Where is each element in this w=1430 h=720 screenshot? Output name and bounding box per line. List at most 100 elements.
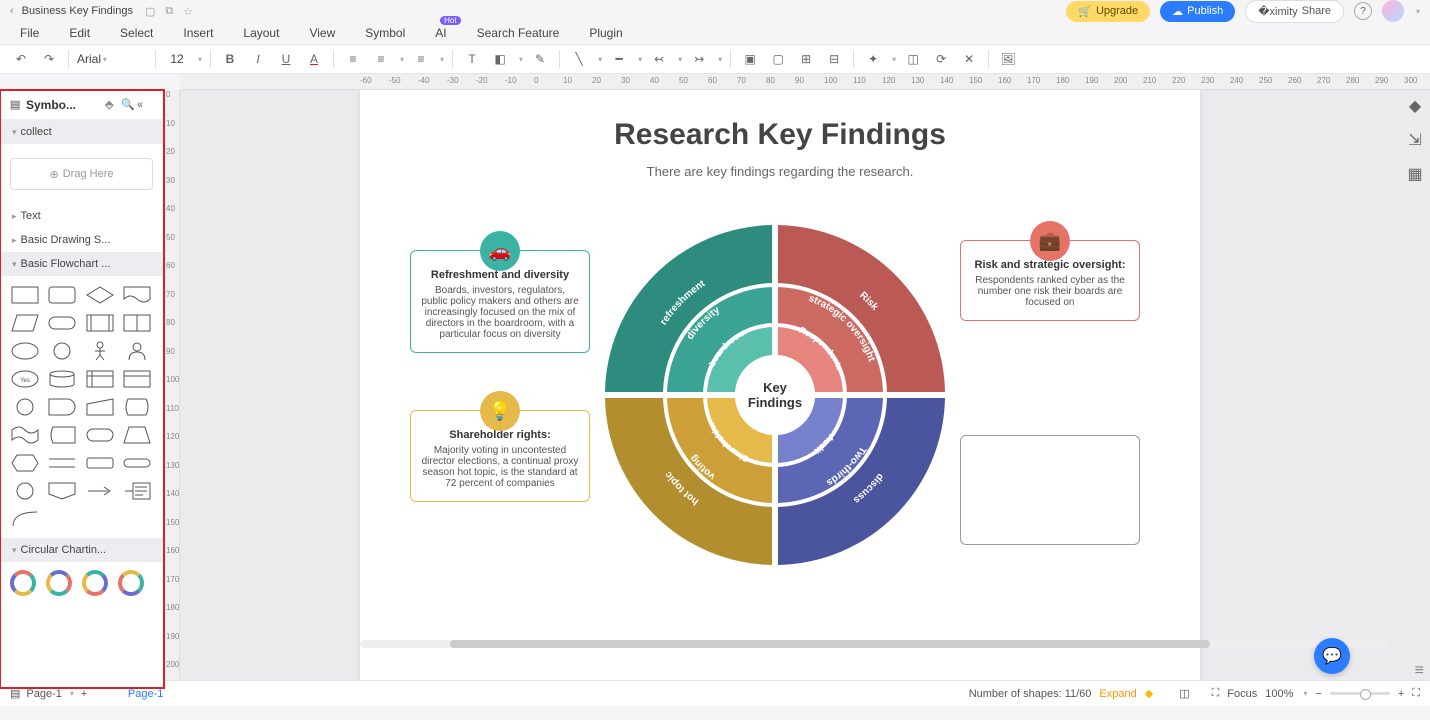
section-circular[interactable]: ▾Circular Chartin... (0, 538, 163, 562)
group-icon[interactable]: ⊞ (795, 48, 817, 70)
shape-tape[interactable] (10, 424, 40, 446)
shape-stored[interactable] (47, 424, 77, 446)
avatar[interactable] (1382, 0, 1404, 22)
shape-predefined[interactable] (85, 312, 115, 334)
expand-link[interactable]: Expand (1099, 688, 1136, 700)
layers-icon[interactable]: ◫ (1179, 687, 1189, 700)
card-risk[interactable]: 💼 Risk and strategic oversight: Responde… (960, 240, 1140, 321)
shape-actor[interactable] (85, 340, 115, 362)
layer-front-icon[interactable]: ▣ (739, 48, 761, 70)
avatar-dropdown-icon[interactable]: ▾ (1416, 7, 1420, 16)
line-style-icon[interactable]: ╲ (568, 48, 590, 70)
library-icon[interactable]: ▤ (10, 98, 26, 111)
fontsize-select[interactable]: 12 (164, 52, 190, 66)
zoom-in-icon[interactable]: + (1398, 688, 1404, 700)
shape-annotation[interactable] (122, 480, 152, 502)
arrow-end-icon[interactable]: ↣ (688, 48, 710, 70)
shape-parallelogram[interactable] (10, 312, 40, 334)
card-shareholder[interactable]: 💡 Shareholder rights: Majority voting in… (410, 410, 590, 502)
settings-toggle-icon[interactable]: ≡ (1415, 662, 1424, 680)
shape-internal[interactable] (85, 368, 115, 390)
style-icon[interactable]: ◆ (1405, 96, 1425, 116)
shape-parallel[interactable] (47, 452, 77, 474)
menu-insert[interactable]: Insert (183, 26, 213, 40)
open-external-icon[interactable]: ⧉ (165, 5, 173, 18)
shape-trapezoid[interactable] (122, 424, 152, 446)
section-basic-drawing[interactable]: ▸Basic Drawing S... (0, 228, 163, 252)
shape-round-rect[interactable] (47, 284, 77, 306)
shape-document[interactable] (122, 284, 152, 306)
bold-icon[interactable]: B (219, 48, 241, 70)
menu-ai[interactable]: AI (435, 26, 446, 40)
pen-icon[interactable]: ✎ (529, 48, 551, 70)
align-icon[interactable]: ≡ (370, 48, 392, 70)
shape-yes[interactable]: Yes (10, 368, 40, 390)
menu-symbol[interactable]: Symbol (365, 26, 405, 40)
export-icon[interactable]: ⇲ (1405, 130, 1425, 150)
layer-back-icon[interactable]: ▢ (767, 48, 789, 70)
canvas-area[interactable]: Research Key Findings There are key find… (180, 90, 1430, 688)
arrow-start-icon[interactable]: ↢ (648, 48, 670, 70)
menu-plugin[interactable]: Plugin (589, 26, 622, 40)
card-refreshment[interactable]: 🚗 Refreshment and diversity Boards, inve… (410, 250, 590, 353)
section-text[interactable]: ▸Text (0, 204, 163, 228)
section-basic-flowchart[interactable]: ▾Basic Flowchart ... (0, 252, 163, 276)
upgrade-button[interactable]: 🛒 Upgrade (1066, 1, 1150, 22)
circular-diagram[interactable]: Risk strategic oversight Respondents dis… (600, 220, 950, 570)
fontsize-dropdown-icon[interactable]: ▾ (198, 55, 202, 64)
card-empty[interactable] (960, 435, 1140, 545)
share-button[interactable]: �ximity Share (1245, 0, 1344, 23)
shape-card[interactable] (122, 368, 152, 390)
zoom-slider[interactable] (1330, 692, 1390, 695)
pin-icon[interactable]: ⬘ (105, 98, 121, 111)
shape-circle[interactable] (47, 340, 77, 362)
shape-pill[interactable] (122, 452, 152, 474)
publish-button[interactable]: ☁ Publish (1160, 1, 1235, 22)
menu-edit[interactable]: Edit (69, 26, 90, 40)
menu-layout[interactable]: Layout (243, 26, 279, 40)
page-canvas[interactable]: Research Key Findings There are key find… (360, 90, 1200, 688)
fullscreen-icon[interactable]: ⛶ (1412, 687, 1420, 700)
circ-chart-2[interactable] (46, 570, 72, 596)
shape-manual-input[interactable] (85, 396, 115, 418)
menu-select[interactable]: Select (120, 26, 153, 40)
ungroup-icon[interactable]: ⊟ (823, 48, 845, 70)
font-color-icon[interactable]: A (303, 48, 325, 70)
indent-icon[interactable]: ≡ (342, 48, 364, 70)
save-icon[interactable]: ▢ (145, 5, 155, 18)
rotate-icon[interactable]: ⟳ (930, 48, 952, 70)
shape-arc[interactable] (10, 508, 40, 530)
tools-icon[interactable]: ✕ (958, 48, 980, 70)
circ-chart-1[interactable] (10, 570, 36, 596)
shape-arrow-right[interactable] (85, 480, 115, 502)
font-select[interactable]: Arial▾ (77, 52, 147, 66)
circ-chart-3[interactable] (82, 570, 108, 596)
page-selector[interactable]: ▤ Page-1 ▾ (10, 687, 74, 700)
shape-circle2[interactable] (10, 396, 40, 418)
shape-stadium[interactable] (47, 312, 77, 334)
shape-process2[interactable] (85, 452, 115, 474)
menu-view[interactable]: View (309, 26, 335, 40)
back-icon[interactable]: ‹ (10, 5, 14, 17)
line-weight-icon[interactable]: ━ (608, 48, 630, 70)
image-icon[interactable]: 🖼 (997, 48, 1019, 70)
text-tool-icon[interactable]: T (461, 48, 483, 70)
zoom-out-icon[interactable]: − (1315, 688, 1321, 700)
collapse-icon[interactable]: « (137, 99, 153, 111)
line-spacing-icon[interactable]: ≡ (410, 48, 432, 70)
zoom-label[interactable]: 100% (1265, 688, 1293, 700)
undo-icon[interactable]: ↶ (10, 48, 32, 70)
section-collect[interactable]: ▾collect (0, 120, 163, 144)
add-page-button[interactable]: + (74, 688, 94, 700)
shape-delay[interactable] (47, 396, 77, 418)
help-icon[interactable]: ? (1354, 2, 1372, 20)
crop-icon[interactable]: ◫ (902, 48, 924, 70)
shape-display[interactable] (122, 396, 152, 418)
diamond-icon[interactable]: ◆ (1145, 687, 1153, 700)
underline-icon[interactable]: U (275, 48, 297, 70)
shape-diamond[interactable] (85, 284, 115, 306)
shape-ellipse[interactable] (10, 340, 40, 362)
horizontal-scrollbar[interactable] (360, 640, 1390, 648)
shape-user[interactable] (122, 340, 152, 362)
star-icon[interactable]: ☆ (183, 5, 193, 18)
